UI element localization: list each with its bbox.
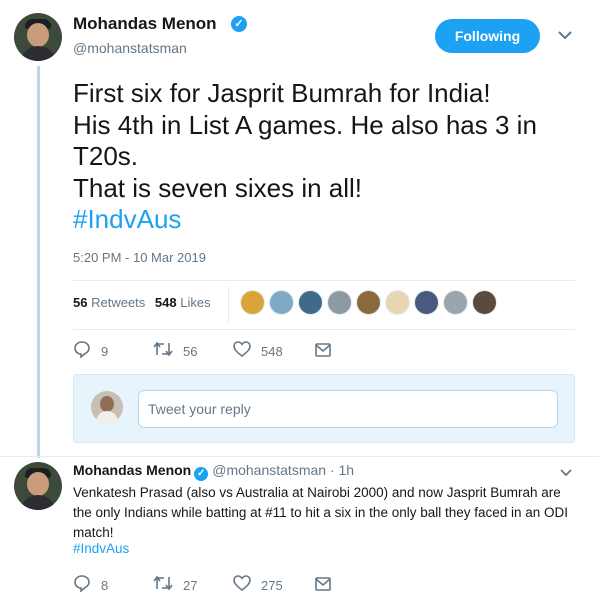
retweet-action[interactable]: 27 [153, 575, 233, 596]
reply-author-handle[interactable]: @mohanstatsman [212, 462, 326, 478]
following-button[interactable]: Following [435, 19, 540, 53]
reply-count: 8 [101, 578, 109, 593]
retweets-stat[interactable]: 56 Retweets [73, 295, 145, 310]
hashtag-link[interactable]: #IndvAus [73, 541, 129, 556]
tweet-stats: 56 Retweets 548 Likes [73, 295, 211, 310]
like-action[interactable]: 548 [233, 341, 315, 362]
liker-avatar[interactable] [385, 290, 410, 315]
divider [0, 456, 599, 457]
tweet-text-line: T20s. [73, 141, 139, 171]
heart-icon [233, 575, 251, 596]
verified-badge-icon: ✓ [231, 16, 247, 32]
liker-avatar[interactable] [443, 290, 468, 315]
retweet-icon [153, 575, 173, 596]
like-count: 548 [261, 344, 283, 359]
tweet-text-line: That is seven sixes in all! [73, 172, 363, 203]
retweet-icon [153, 341, 173, 362]
divider [73, 280, 575, 281]
tweet-timestamp[interactable]: 5:20 PM - 10 Mar 2019 [73, 250, 206, 265]
chevron-down-icon[interactable] [558, 27, 572, 45]
reply-tweet-header: Mohandas Menon ✓ @mohanstatsman · 1h [73, 462, 354, 481]
stats-separator [228, 287, 229, 323]
retweets-label: Retweets [91, 295, 146, 310]
reply-icon [73, 574, 91, 597]
likes-stat[interactable]: 548 Likes [155, 295, 211, 310]
heart-icon [233, 341, 251, 362]
reply-tweet-actions: 8 27 275 [73, 574, 341, 597]
retweet-action[interactable]: 56 [153, 341, 233, 362]
chevron-down-icon[interactable] [560, 465, 572, 480]
envelope-icon [315, 576, 331, 595]
divider [73, 329, 575, 330]
liker-avatar[interactable] [269, 290, 294, 315]
reply-action[interactable]: 8 [73, 574, 153, 597]
hashtag-link[interactable]: #IndvAus [73, 204, 573, 236]
liker-avatar[interactable] [298, 290, 323, 315]
liker-avatar[interactable] [414, 290, 439, 315]
reply-count: 9 [101, 344, 109, 359]
tweet-text-line: His 4th in List A games. He also has 3 i… [73, 109, 537, 140]
thread-connector-line [37, 66, 40, 458]
like-action[interactable]: 275 [233, 575, 315, 596]
direct-message-action[interactable] [315, 342, 341, 361]
reply-composer: Tweet your reply [73, 374, 575, 443]
retweets-count: 56 [73, 295, 88, 310]
reply-time[interactable]: 1h [339, 462, 355, 478]
tweet-actions: 9 56 548 [73, 340, 341, 363]
current-user-avatar[interactable] [91, 391, 123, 423]
retweet-count: 56 [183, 344, 198, 359]
liker-avatar[interactable] [240, 290, 265, 315]
retweet-count: 27 [183, 578, 198, 593]
reply-tweet-text: Venkatesh Prasad (also vs Australia at N… [73, 485, 569, 540]
reply-input[interactable]: Tweet your reply [138, 390, 558, 428]
author-name[interactable]: Mohandas Menon [73, 14, 217, 34]
liker-avatar[interactable] [356, 290, 381, 315]
author-avatar[interactable] [14, 13, 62, 61]
direct-message-action[interactable] [315, 576, 341, 595]
reply-icon [73, 340, 91, 363]
author-handle[interactable]: @mohanstatsman [73, 40, 187, 56]
like-count: 275 [261, 578, 283, 593]
verified-badge-icon: ✓ [194, 467, 209, 481]
separator-dot: · [329, 462, 335, 478]
liker-avatar[interactable] [472, 290, 497, 315]
reply-author-name[interactable]: Mohandas Menon [73, 462, 191, 478]
tweet-text-line: First six for Jasprit Bumrah for India! [73, 78, 491, 108]
liker-avatar[interactable] [327, 290, 352, 315]
reply-action[interactable]: 9 [73, 340, 153, 363]
reply-author-avatar[interactable] [14, 462, 62, 510]
likes-label: Likes [180, 295, 211, 310]
envelope-icon [315, 342, 331, 361]
tweet-text: First six for Jasprit Bumrah for India! … [73, 78, 573, 236]
likes-count: 548 [154, 295, 177, 310]
liker-avatars [240, 290, 501, 315]
